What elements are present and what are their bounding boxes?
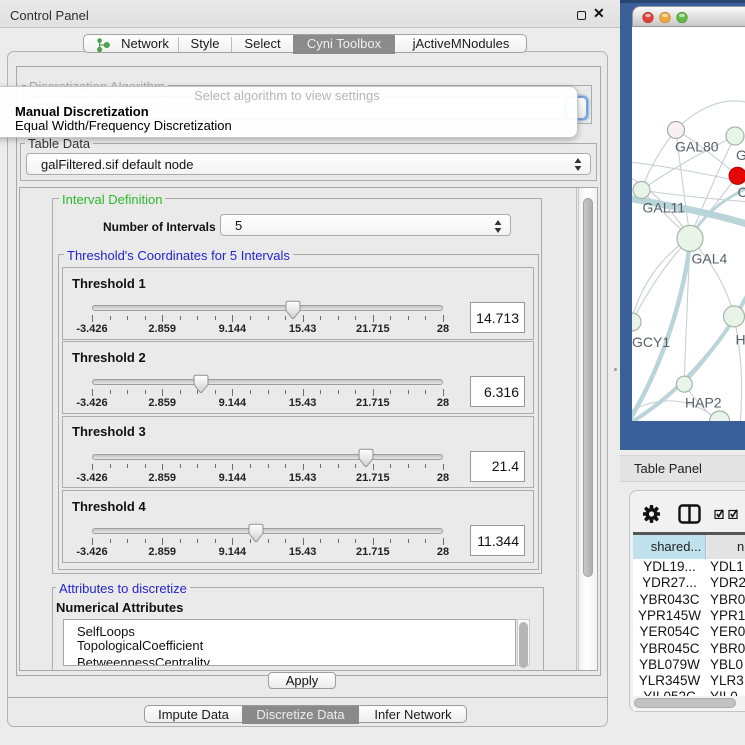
svg-text:GCY1: GCY1 xyxy=(632,334,670,350)
svg-text:HAP2: HAP2 xyxy=(685,395,722,411)
svg-text:GAL80: GAL80 xyxy=(675,139,719,155)
svg-text:C: C xyxy=(738,184,745,200)
svg-text:H: H xyxy=(736,332,745,348)
svg-text:GAL4: GAL4 xyxy=(692,251,728,267)
svg-text:GA: GA xyxy=(736,147,745,163)
svg-text:GAL11: GAL11 xyxy=(643,200,686,216)
